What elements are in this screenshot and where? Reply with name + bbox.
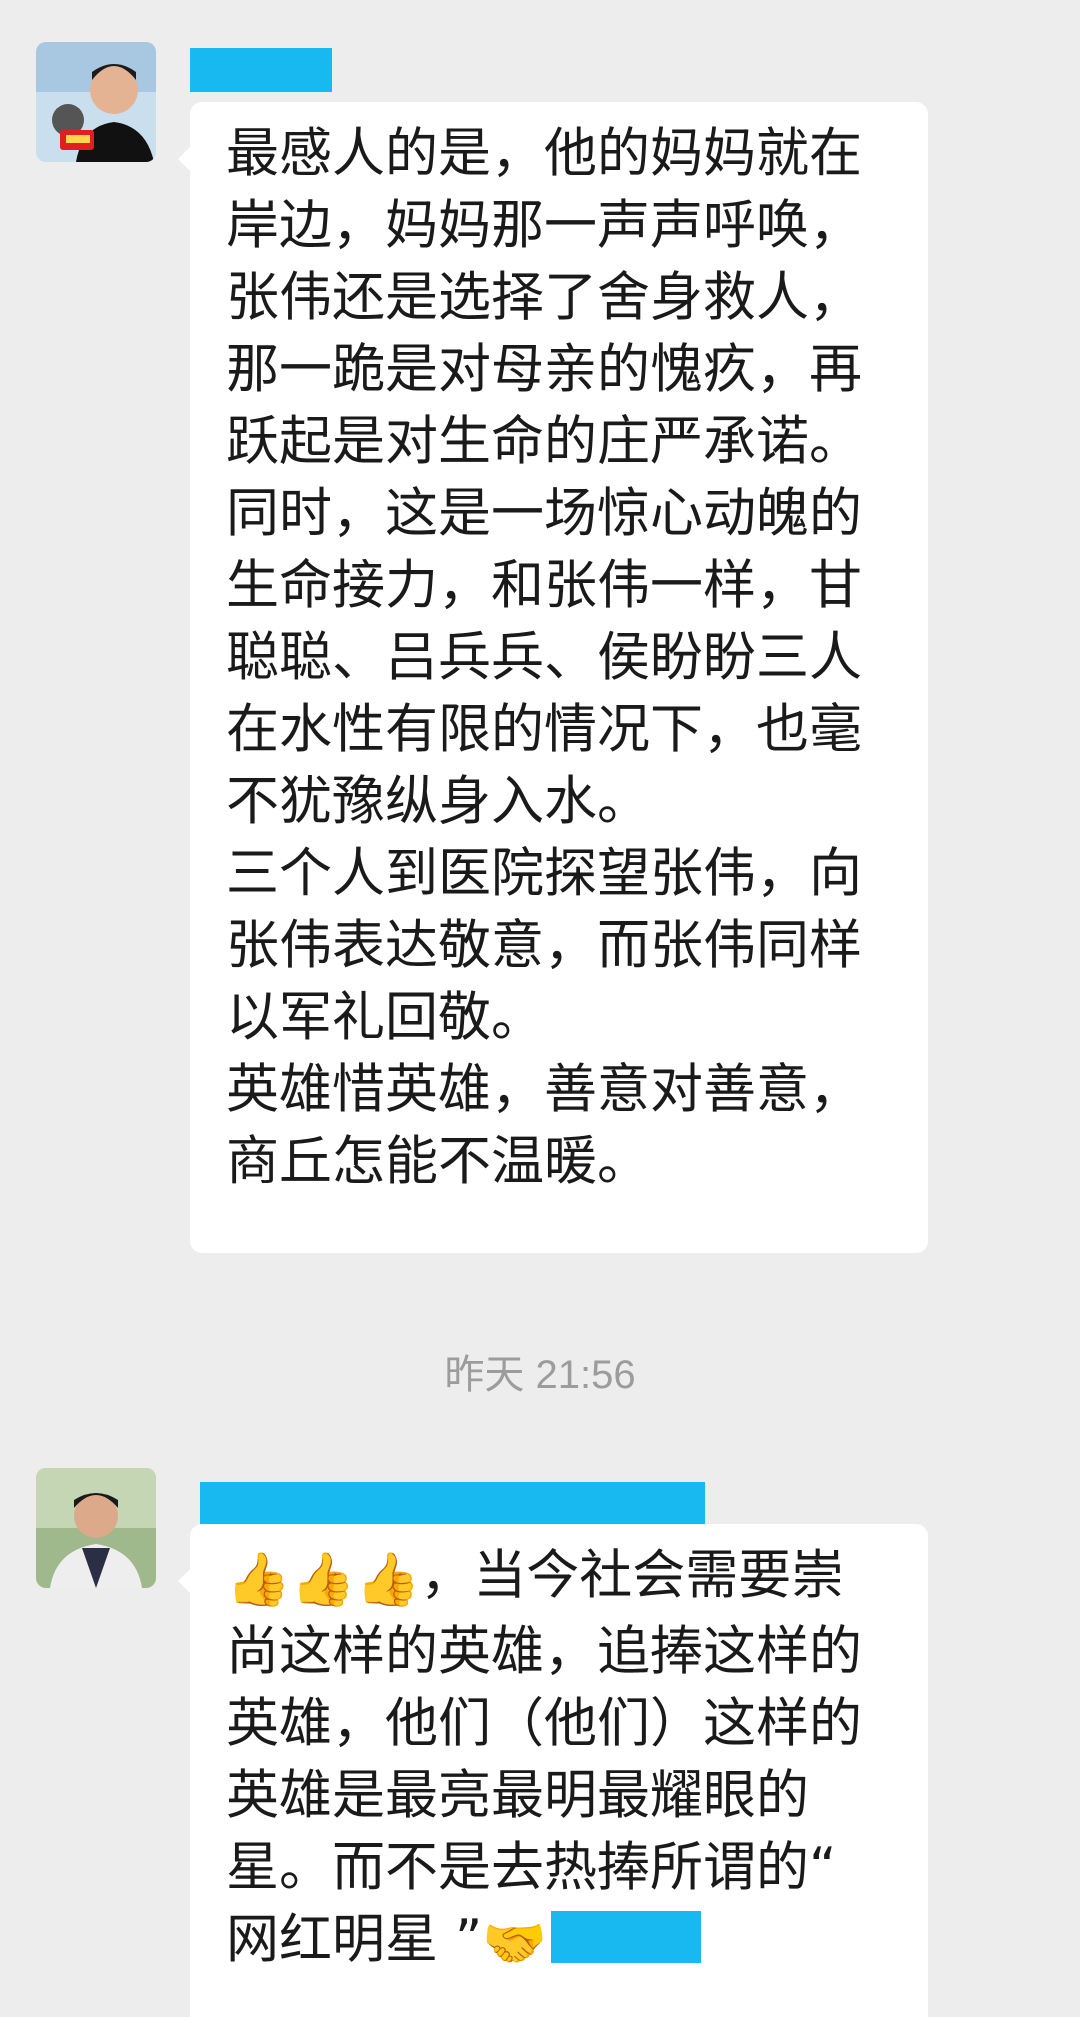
sender-name-redaction (200, 1482, 705, 1530)
sender-avatar[interactable] (36, 42, 156, 162)
message-line: 英雄是最亮最明最耀眼的 (226, 1765, 809, 1826)
sender-name-redaction (190, 48, 332, 92)
message-line: 尚这样的英雄，追捧这样的 (226, 1621, 862, 1682)
avatar-man-with-microphone-icon (36, 42, 156, 162)
message-line-text: 网红明星 ” (226, 1909, 483, 1970)
message-bubble[interactable]: 最感人的是，他的妈妈就在 岸边，妈妈那一声声呼唤， 张伟还是选择了舍身救人， 那… (178, 102, 928, 1253)
message-line: 跃起是对生命的庄严承诺。 (226, 411, 862, 472)
thumbs-up-icon: 👍 (355, 1550, 421, 1610)
message-line: 同时，这是一场惊心动魄的 (226, 483, 862, 544)
message-line: 不犹豫纵身入水。 (226, 771, 650, 832)
message-line: 星。而不是去热捧所谓的“ (226, 1837, 837, 1898)
message-line-text: ，当今社会需要崇 (420, 1545, 845, 1606)
message-line: 生命接力，和张伟一样，甘 (226, 555, 862, 616)
thumbs-up-icon: 👍 (290, 1550, 356, 1610)
handshake-icon: 🤝 (482, 1914, 548, 1974)
message-line: 张伟还是选择了舍身救人， (226, 267, 862, 328)
message-line: 英雄惜英雄，善意对善意， (226, 1059, 862, 1120)
mention-redaction (551, 1911, 702, 1963)
message-bubble[interactable]: 👍👍👍，当今社会需要崇 尚这样的英雄，追捧这样的 英雄，他们（他们）这样的 英雄… (178, 1524, 928, 2017)
message-timestamp: 昨天 21:56 (444, 1353, 636, 1397)
sender-avatar[interactable] (36, 1468, 156, 1588)
avatar-man-outdoors-icon (36, 1468, 156, 1588)
message-line: 英雄，他们（他们）这样的 (226, 1693, 862, 1754)
thumbs-up-icon: 👍 (226, 1550, 291, 1610)
message-line: 在水性有限的情况下，也毫 (226, 699, 862, 760)
message-line: 三个人到医院探望张伟，向 (226, 843, 862, 904)
message-line: 商丘怎能不温暖。 (226, 1131, 650, 1192)
message-line: 那一跪是对母亲的愧疚，再 (226, 339, 862, 400)
message-line: 聪聪、吕兵兵、侯盼盼三人 (226, 627, 862, 688)
message-line: 以军礼回敬。 (226, 987, 544, 1048)
message-line: 岸边，妈妈那一声声呼唤， (226, 195, 862, 256)
message-line: 👍👍👍，当今社会需要崇 (226, 1540, 894, 1616)
message-line: 最感人的是，他的妈妈就在 (226, 123, 862, 184)
message-line: 网红明星 ”🤝 (226, 1904, 894, 1980)
message-line: 张伟表达敬意，而张伟同样 (226, 915, 862, 976)
